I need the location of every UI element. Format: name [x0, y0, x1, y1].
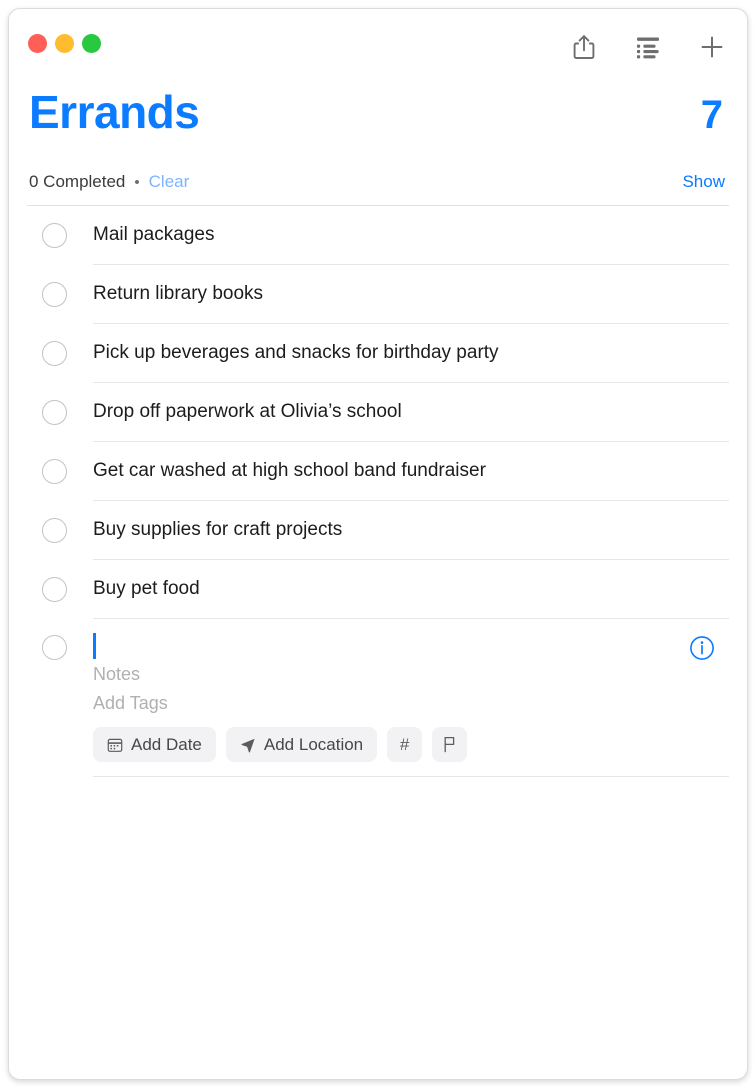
add-location-button[interactable]: Add Location [225, 727, 378, 762]
quick-action-chips: Add Date Add Location # [93, 727, 729, 762]
completed-meta-row: 0 Completed • Clear Show [27, 159, 729, 205]
calendar-icon [107, 737, 123, 753]
table-row[interactable]: Mail packages [27, 206, 729, 265]
notes-input[interactable]: Notes [93, 660, 729, 689]
completed-meta-left: 0 Completed • Clear [29, 172, 189, 192]
table-row[interactable]: Pick up beverages and snacks for birthda… [27, 324, 729, 383]
add-date-button[interactable]: Add Date [93, 727, 216, 762]
complete-toggle[interactable] [42, 282, 67, 307]
reminder-title: Mail packages [93, 224, 215, 246]
maximize-button[interactable] [82, 34, 101, 53]
row-divider [93, 776, 729, 777]
add-location-label: Add Location [263, 734, 364, 754]
info-circle-icon [689, 636, 715, 664]
flag-icon [442, 736, 457, 753]
complete-toggle[interactable] [42, 400, 67, 425]
title-row: Errands 7 [27, 89, 729, 159]
show-completed-button[interactable]: Show [682, 172, 727, 192]
tags-input[interactable]: Add Tags [93, 689, 729, 718]
close-button[interactable] [28, 34, 47, 53]
reminder-title: Pick up beverages and snacks for birthda… [93, 342, 499, 364]
page-title: Errands [29, 86, 200, 138]
table-row[interactable]: Buy supplies for craft projects [27, 501, 729, 560]
new-reminder-row[interactable]: Notes Add Tags Add Date Add Location # [27, 619, 729, 777]
new-reminder-title-input[interactable] [93, 632, 729, 660]
add-tag-button[interactable]: # [387, 727, 423, 762]
list-header: Errands 7 0 Completed • Clear Show [9, 89, 747, 205]
toolbar-actions [567, 29, 729, 67]
table-row[interactable]: Return library books [27, 265, 729, 324]
list-view-icon [635, 35, 661, 62]
complete-toggle[interactable] [42, 341, 67, 366]
share-icon [573, 34, 595, 63]
window-toolbar [9, 9, 747, 89]
complete-toggle[interactable] [42, 577, 67, 602]
reminder-title: Get car washed at high school band fundr… [93, 460, 486, 482]
complete-toggle[interactable] [42, 635, 67, 660]
hashtag-icon: # [399, 734, 410, 754]
reminder-title: Drop off paperwork at Olivia’s school [93, 401, 402, 423]
reminder-info-button[interactable] [689, 635, 715, 661]
complete-toggle[interactable] [42, 518, 67, 543]
reminder-title: Buy supplies for craft projects [93, 519, 343, 541]
table-row[interactable]: Buy pet food [27, 560, 729, 619]
reminder-list: Mail packages Return library books Pick … [9, 206, 747, 777]
add-date-label: Add Date [131, 734, 202, 754]
add-reminder-button[interactable] [695, 29, 729, 67]
reminder-title: Buy pet food [93, 578, 200, 600]
traffic-light-group [28, 34, 101, 53]
minimize-button[interactable] [55, 34, 74, 53]
reminders-window: Errands 7 0 Completed • Clear Show Mail … [8, 8, 748, 1080]
meta-separator-dot: • [134, 173, 140, 191]
plus-icon [699, 34, 725, 63]
table-row[interactable]: Get car washed at high school band fundr… [27, 442, 729, 501]
clear-completed-button[interactable]: Clear [149, 172, 190, 192]
completed-count-label: 0 Completed [29, 172, 126, 191]
complete-toggle[interactable] [42, 223, 67, 248]
table-row[interactable]: Drop off paperwork at Olivia’s school [27, 383, 729, 442]
add-flag-button[interactable] [432, 727, 468, 762]
complete-toggle[interactable] [42, 459, 67, 484]
text-cursor [93, 633, 96, 659]
reminder-title: Return library books [93, 283, 264, 305]
list-view-button[interactable] [631, 29, 665, 67]
new-reminder-body: Notes Add Tags Add Date Add Location # [93, 632, 729, 762]
share-button[interactable] [567, 29, 601, 67]
reminder-count-badge: 7 [700, 93, 723, 137]
location-arrow-icon [240, 737, 256, 753]
